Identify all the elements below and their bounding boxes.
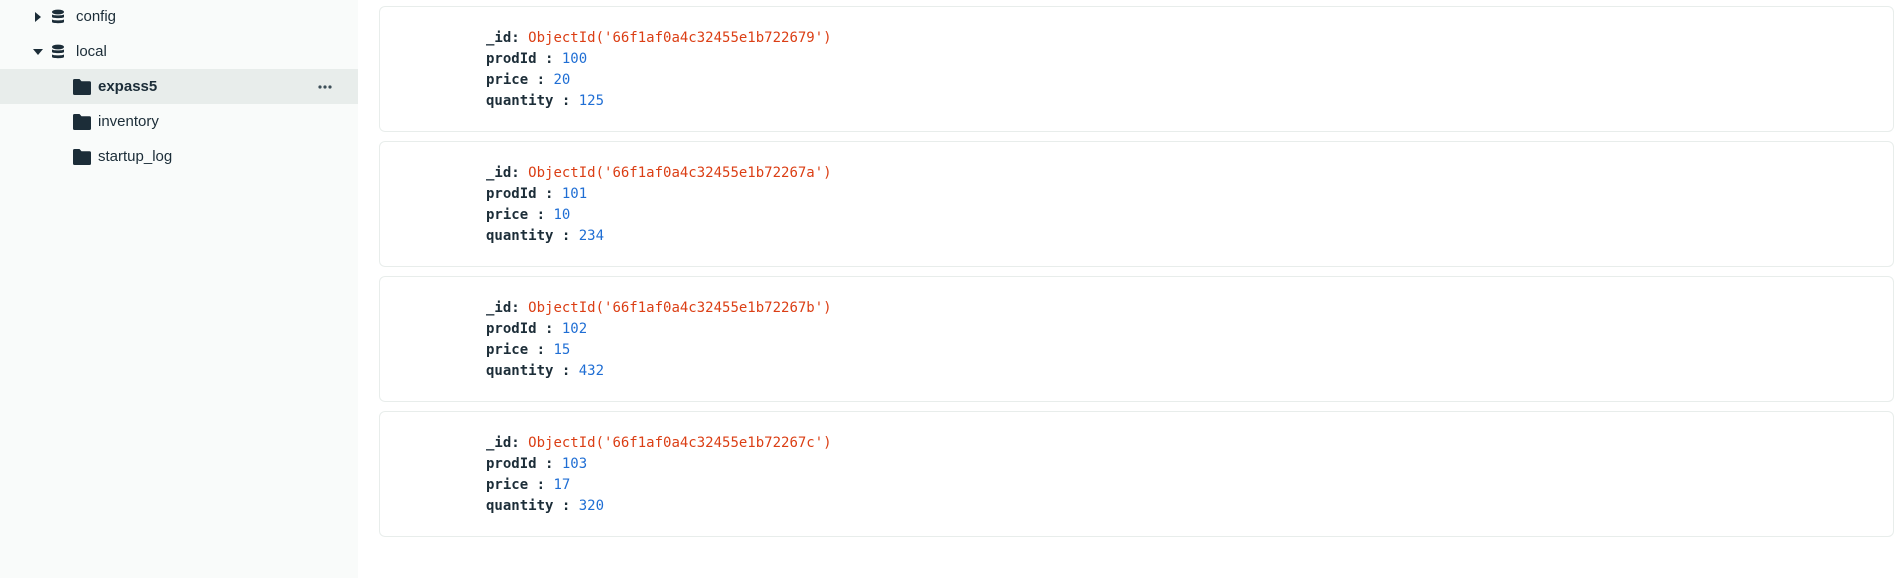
field-value: ObjectId('66f1af0a4c32455e1b72267a') — [528, 165, 832, 181]
field-key: _id — [486, 300, 512, 316]
sidebar: config local expass5 inventory startup_l… — [0, 0, 358, 578]
field-value: ObjectId('66f1af0a4c32455e1b72267c') — [528, 435, 832, 451]
document-card[interactable]: _id: ObjectId('66f1af0a4c32455e1b722679'… — [379, 6, 1894, 132]
document-card[interactable]: _id: ObjectId('66f1af0a4c32455e1b72267c'… — [379, 411, 1894, 537]
field-value: 100 — [561, 51, 588, 67]
field-prodid: prodId : 102 — [486, 321, 588, 337]
collection-item-inventory[interactable]: inventory — [0, 104, 358, 139]
field-price: price : 15 — [486, 342, 571, 358]
field-price: price : 17 — [486, 477, 571, 493]
field-value: 102 — [561, 321, 588, 337]
field-prodid: prodId : 101 — [486, 186, 588, 202]
field-value: 17 — [553, 477, 571, 493]
database-label: config — [76, 8, 117, 25]
field-value: 20 — [553, 72, 571, 88]
document-card[interactable]: _id: ObjectId('66f1af0a4c32455e1b72267a'… — [379, 141, 1894, 267]
field-key: quantity — [486, 363, 554, 379]
field-id: _id: ObjectId('66f1af0a4c32455e1b72267a'… — [486, 165, 832, 181]
field-key: price — [486, 342, 529, 358]
collection-label: expass5 — [98, 78, 158, 95]
field-value: 234 — [578, 228, 605, 244]
folder-icon — [73, 149, 91, 165]
field-prodid: prodId : 103 — [486, 456, 588, 472]
field-value: 101 — [561, 186, 588, 202]
field-key: prodId — [486, 321, 537, 337]
field-quantity: quantity : 125 — [486, 93, 605, 109]
field-id: _id: ObjectId('66f1af0a4c32455e1b72267c'… — [486, 435, 832, 451]
database-item-config[interactable]: config — [0, 0, 358, 35]
field-value: 10 — [553, 207, 571, 223]
field-key: quantity — [486, 93, 554, 109]
field-value: 320 — [578, 498, 605, 514]
field-value: 103 — [561, 456, 588, 472]
field-key: price — [486, 477, 529, 493]
field-value: ObjectId('66f1af0a4c32455e1b722679') — [528, 30, 832, 46]
field-key: _id — [486, 435, 512, 451]
field-value: 432 — [578, 363, 605, 379]
more-options-icon[interactable] — [317, 79, 333, 95]
field-key: _id — [486, 30, 512, 46]
caret-down-icon[interactable] — [31, 45, 45, 59]
field-key: _id — [486, 165, 512, 181]
field-prodid: prodId : 100 — [486, 51, 588, 67]
field-key: price — [486, 72, 529, 88]
database-icon — [50, 9, 66, 25]
field-id: _id: ObjectId('66f1af0a4c32455e1b72267b'… — [486, 300, 832, 316]
field-quantity: quantity : 432 — [486, 363, 605, 379]
database-item-local[interactable]: local — [0, 35, 358, 70]
collection-item-expass5[interactable]: expass5 — [0, 69, 358, 104]
field-id: _id: ObjectId('66f1af0a4c32455e1b722679'… — [486, 30, 832, 46]
document-card[interactable]: _id: ObjectId('66f1af0a4c32455e1b72267b'… — [379, 276, 1894, 402]
field-key: prodId — [486, 456, 537, 472]
field-price: price : 10 — [486, 207, 571, 223]
documents-panel: _id: ObjectId('66f1af0a4c32455e1b722679'… — [358, 0, 1901, 578]
database-label: local — [76, 43, 107, 60]
field-key: prodId — [486, 186, 537, 202]
collection-label: inventory — [98, 113, 159, 130]
field-key: prodId — [486, 51, 537, 67]
caret-right-icon[interactable] — [31, 10, 45, 24]
collection-label: startup_log — [98, 148, 173, 165]
field-value: 15 — [553, 342, 571, 358]
folder-icon — [73, 79, 91, 95]
field-quantity: quantity : 234 — [486, 228, 605, 244]
collection-item-startup-log[interactable]: startup_log — [0, 139, 358, 174]
field-price: price : 20 — [486, 72, 571, 88]
field-quantity: quantity : 320 — [486, 498, 605, 514]
field-value: ObjectId('66f1af0a4c32455e1b72267b') — [528, 300, 832, 316]
folder-icon — [73, 114, 91, 130]
field-key: quantity — [486, 498, 554, 514]
database-icon — [50, 44, 66, 60]
field-key: price — [486, 207, 529, 223]
field-key: quantity — [486, 228, 554, 244]
field-value: 125 — [578, 93, 605, 109]
